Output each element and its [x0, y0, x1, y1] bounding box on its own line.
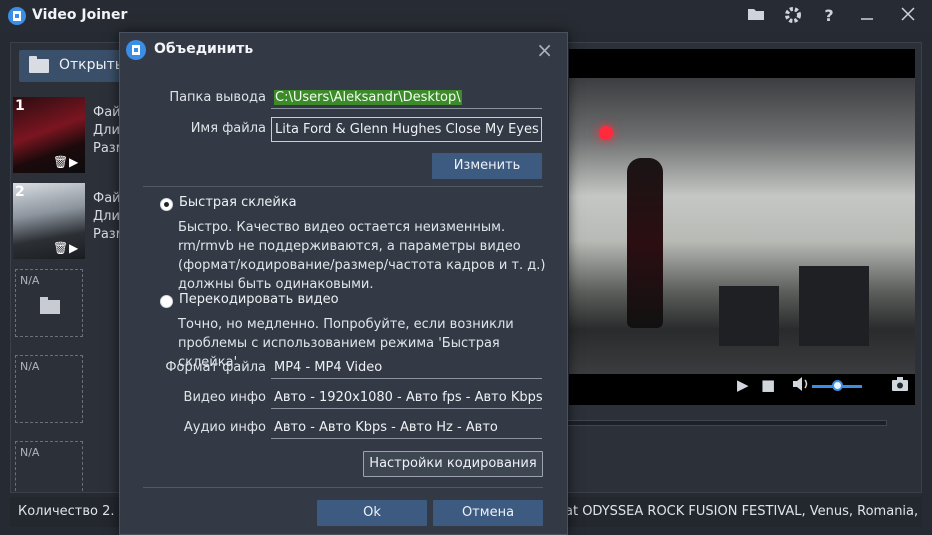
stop-icon[interactable]: ■	[761, 376, 775, 394]
clip-thumbnail[interactable]: 1 🗑 ▶	[13, 97, 85, 173]
dialog-title-bar: Объединить ×	[120, 33, 567, 67]
status-count: Количество 2. С	[18, 504, 128, 519]
trash-icon[interactable]: 🗑	[53, 155, 68, 169]
title-bar: Video Joiner ?	[0, 0, 932, 32]
fast-join-radio[interactable]	[160, 198, 173, 211]
volume-knob[interactable]	[832, 380, 843, 391]
status-file-title: at ODYSSEA ROCK FUSION FESTIVAL, Venus, …	[565, 504, 920, 519]
join-dialog: Объединить × Папка вывода C:\Users\Aleks…	[119, 32, 568, 535]
clip-index: 2	[15, 184, 25, 200]
camera-icon[interactable]	[891, 376, 909, 396]
close-icon[interactable]: ×	[536, 38, 553, 62]
play-icon[interactable]: ▶	[737, 376, 749, 394]
desc-line: Точно, но медленно. Попробуйте, если воз…	[178, 317, 514, 332]
help-icon[interactable]: ?	[819, 6, 839, 26]
slot-label: N/A	[20, 360, 40, 373]
clip-thumbnail[interactable]: 2 🗑 ▶	[13, 183, 85, 259]
fast-join-description: Быстро. Качество видео остается неизменн…	[178, 218, 548, 294]
speaker	[719, 286, 779, 346]
divider	[143, 186, 543, 187]
gear-icon[interactable]	[783, 6, 803, 26]
cancel-button[interactable]: Отмена	[433, 500, 543, 526]
output-folder-field[interactable]: C:\Users\Aleksandr\Desktop\	[271, 87, 542, 109]
open-button-label: Открыть	[59, 57, 123, 73]
app-logo-icon	[8, 7, 26, 25]
slot-label: N/A	[20, 446, 40, 459]
desc-line: (формат/кодирование/размер/частота кадро…	[178, 258, 546, 273]
ok-button[interactable]: Ok	[317, 500, 427, 526]
encode-settings-button[interactable]: Настройки кодирования	[363, 451, 543, 477]
clip-index: 1	[15, 98, 25, 114]
dialog-title: Объединить	[154, 41, 254, 57]
audio-info-label: Аудио инфо	[183, 420, 266, 435]
desc-line: rm/rmvb не поддерживаются, а параметры в…	[178, 239, 521, 254]
empty-slot[interactable]: N/A	[15, 269, 83, 337]
fast-join-label[interactable]: Быстрая склейка	[179, 195, 297, 210]
seek-bar[interactable]	[555, 420, 887, 426]
app-logo-icon	[126, 40, 146, 60]
close-icon[interactable]	[898, 6, 918, 26]
stage-light	[599, 126, 613, 140]
folder-icon	[40, 297, 60, 314]
trash-icon[interactable]: 🗑	[53, 241, 68, 255]
empty-slot[interactable]: N/A	[15, 355, 83, 423]
folder-icon[interactable]	[746, 6, 766, 26]
reencode-label[interactable]: Перекодировать видео	[179, 292, 339, 307]
app-title: Video Joiner	[32, 7, 128, 23]
play-icon[interactable]: ▶	[69, 155, 78, 169]
file-format-label: Формат файла	[165, 360, 266, 375]
volume-icon[interactable]	[792, 376, 810, 396]
slot-label: N/A	[20, 274, 40, 287]
audio-info-value[interactable]: Авто - Авто Kbps - Авто Hz - Авто	[271, 417, 542, 439]
speaker	[799, 266, 869, 346]
folder-icon	[29, 56, 49, 73]
file-name-label: Имя файла	[190, 121, 266, 136]
video-info-value[interactable]: Авто - 1920x1080 - Авто fps - Авто Kbps	[271, 387, 542, 409]
video-frame	[569, 78, 915, 374]
reencode-radio[interactable]	[160, 295, 173, 308]
performer	[627, 158, 663, 328]
empty-slot[interactable]: N/A	[15, 441, 83, 491]
file-name-input[interactable]: Lita Ford & Glenn Hughes Close My Eyes F…	[271, 117, 542, 142]
divider	[143, 487, 543, 488]
desc-line: Быстро. Качество видео остается неизменн…	[178, 220, 506, 235]
minimize-icon[interactable]	[857, 6, 877, 26]
play-icon[interactable]: ▶	[69, 241, 78, 255]
video-preview[interactable]	[569, 49, 915, 405]
change-button[interactable]: Изменить	[432, 153, 542, 179]
output-folder-value: C:\Users\Aleksandr\Desktop\	[274, 90, 462, 105]
video-info-label: Видео инфо	[183, 390, 266, 405]
output-folder-label: Папка вывода	[169, 90, 266, 105]
file-format-value[interactable]: MP4 - MP4 Video	[271, 357, 542, 379]
